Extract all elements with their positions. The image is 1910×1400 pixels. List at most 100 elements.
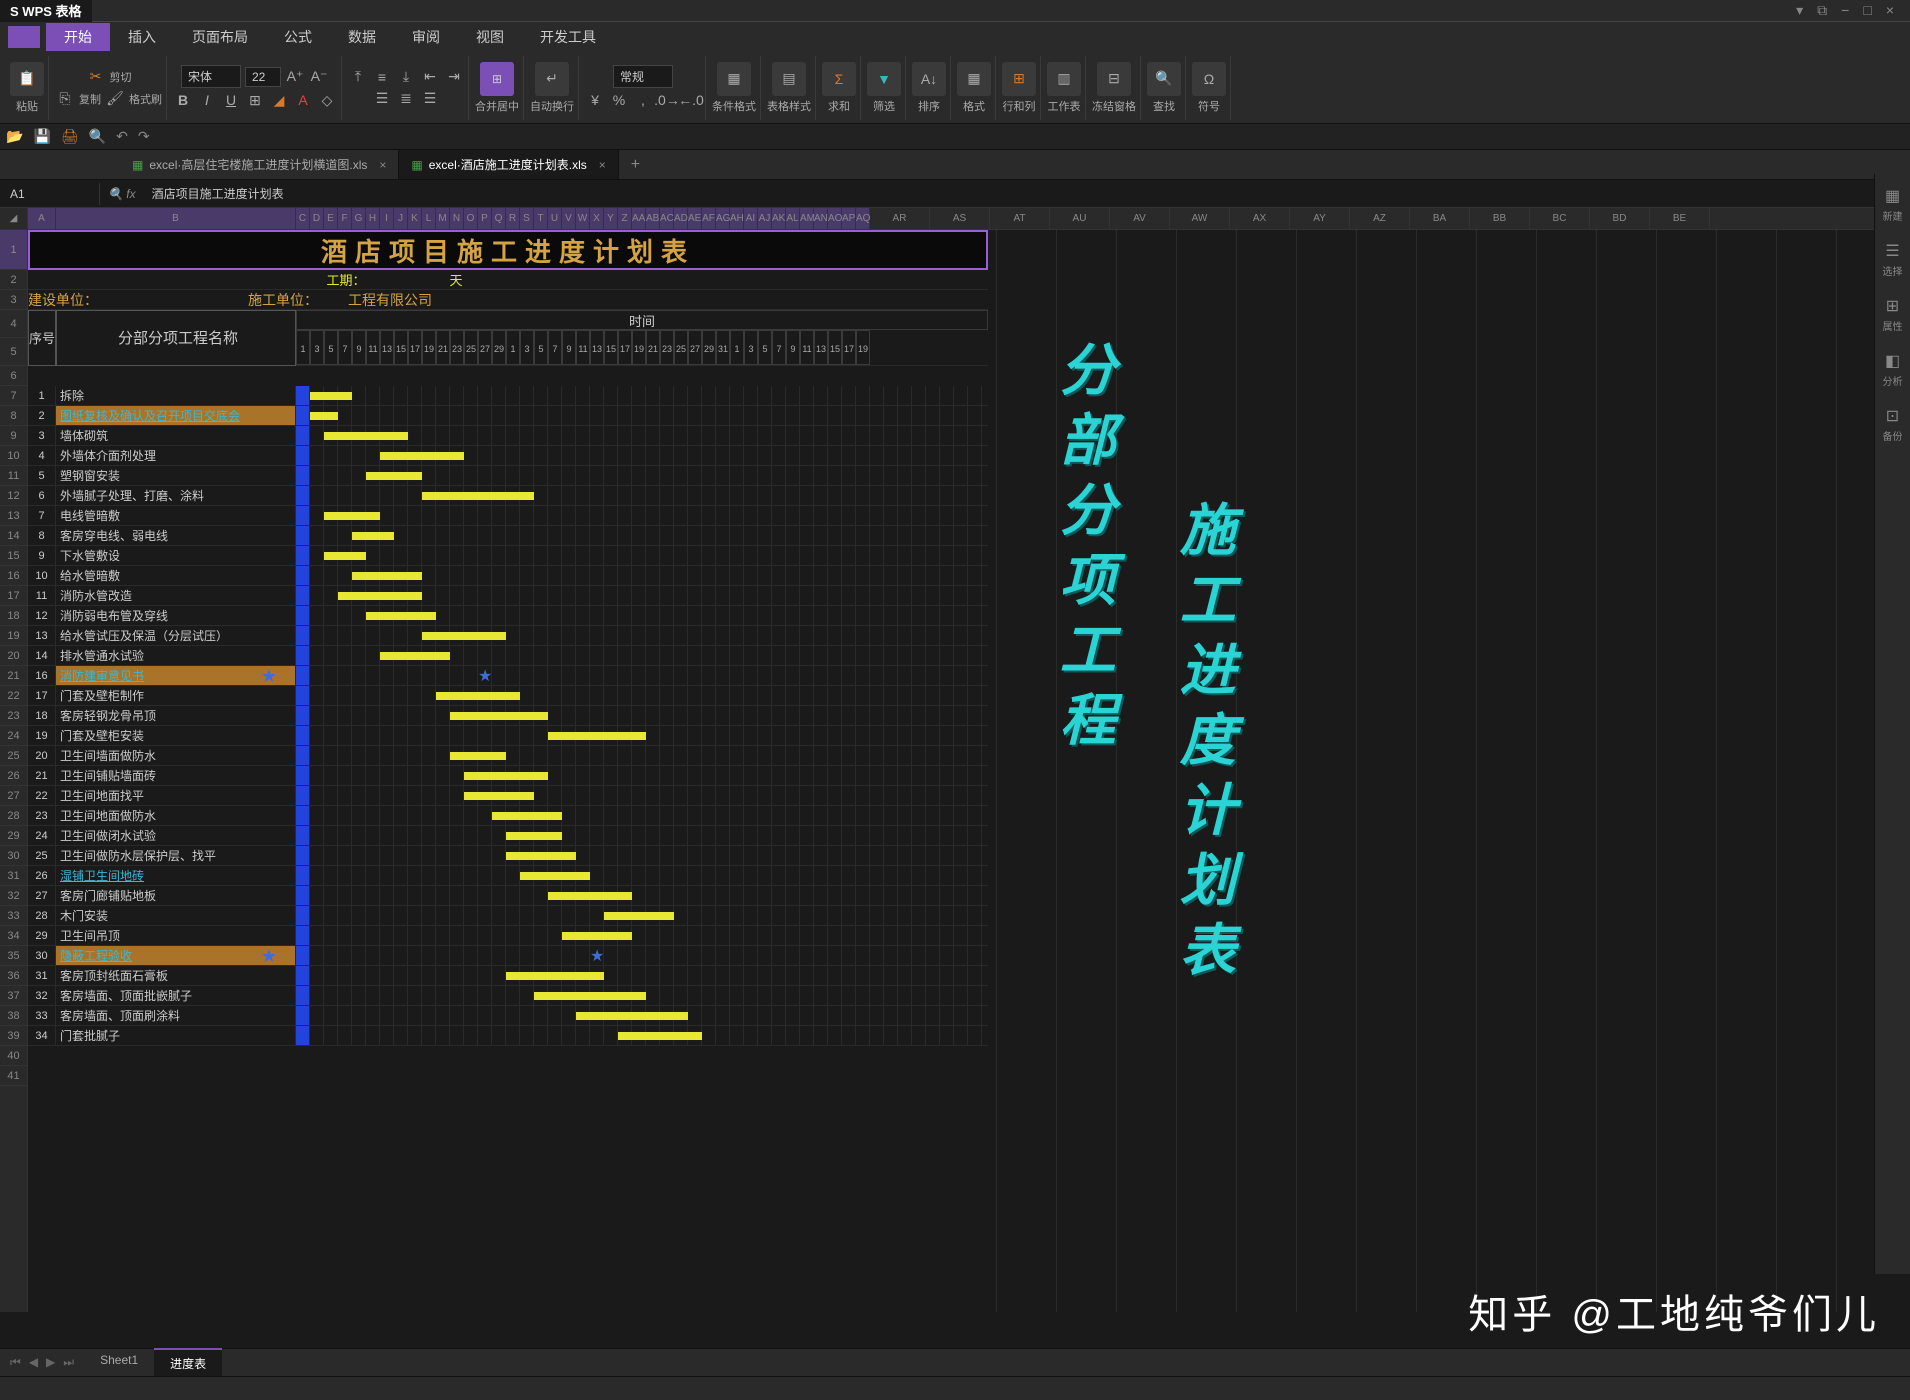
task-row[interactable]: 17门套及壁柜制作 <box>28 686 988 706</box>
row-header[interactable]: 29 <box>0 826 27 846</box>
row-header[interactable]: 7 <box>0 386 27 406</box>
currency-icon[interactable]: ¥ <box>585 90 605 110</box>
align-mid-icon[interactable]: ≡ <box>372 67 392 87</box>
name-box[interactable]: A1 <box>0 183 100 205</box>
row-header[interactable]: 12 <box>0 486 27 506</box>
doc-tab[interactable]: ▦excel·高层住宅楼施工进度计划横道图.xls× <box>120 150 399 179</box>
row-header[interactable]: 40 <box>0 1046 27 1066</box>
col-header[interactable]: J <box>394 208 408 229</box>
row-header[interactable]: 16 <box>0 566 27 586</box>
fill-color-icon[interactable]: ◢ <box>269 90 289 110</box>
task-row[interactable]: 3墙体砌筑 <box>28 426 988 446</box>
row-header[interactable]: 38 <box>0 1006 27 1026</box>
merge-icon[interactable]: ⊞ <box>480 62 514 96</box>
task-row[interactable]: 22卫生间地面找平 <box>28 786 988 806</box>
menu-视图[interactable]: 视图 <box>458 23 522 51</box>
menu-公式[interactable]: 公式 <box>266 23 330 51</box>
file-menu-icon[interactable] <box>8 26 40 48</box>
clear-format-icon[interactable]: ◇ <box>317 90 337 110</box>
comma-icon[interactable]: , <box>633 90 653 110</box>
task-row[interactable]: 21卫生间铺贴墙面砖 <box>28 766 988 786</box>
panel-属性[interactable]: ⊞属性 <box>1883 296 1903 333</box>
col-header[interactable]: G <box>352 208 366 229</box>
task-name-cell[interactable]: 木门安装 <box>56 906 296 925</box>
col-header[interactable]: C <box>296 208 310 229</box>
row-header[interactable]: 3 <box>0 290 27 310</box>
row-header[interactable]: 4 <box>0 310 27 338</box>
col-header[interactable]: AP <box>842 208 856 229</box>
task-row[interactable]: 14排水管通水试验 <box>28 646 988 666</box>
task-name-cell[interactable]: 客房穿电线、弱电线 <box>56 526 296 545</box>
row-header[interactable]: 14 <box>0 526 27 546</box>
row-header[interactable]: 26 <box>0 766 27 786</box>
col-header[interactable]: BA <box>1410 208 1470 229</box>
col-header[interactable]: I <box>380 208 394 229</box>
sheet-nav-last-icon[interactable]: ⏭ <box>63 1355 74 1370</box>
col-header[interactable]: U <box>548 208 562 229</box>
task-row[interactable]: 28木门安装 <box>28 906 988 926</box>
row-header[interactable]: 33 <box>0 906 27 926</box>
row-header[interactable]: 37 <box>0 986 27 1006</box>
task-name-cell[interactable]: 外墙腻子处理、打磨、涂料 <box>56 486 296 505</box>
bold-icon[interactable]: B <box>173 90 193 110</box>
row-header[interactable]: 34 <box>0 926 27 946</box>
task-name-cell[interactable]: 消防建审意见书★ <box>56 666 296 685</box>
row-header[interactable]: 28 <box>0 806 27 826</box>
row-header[interactable]: 27 <box>0 786 27 806</box>
col-header[interactable]: H <box>366 208 380 229</box>
col-header[interactable]: BE <box>1650 208 1710 229</box>
col-header[interactable]: Q <box>492 208 506 229</box>
col-header[interactable]: BC <box>1530 208 1590 229</box>
fx-icon[interactable]: 🔍 fx <box>100 183 144 205</box>
font-grow-icon[interactable]: A⁺ <box>285 67 305 87</box>
font-name-select[interactable]: 宋体 <box>181 65 241 88</box>
align-left-icon[interactable]: ☰ <box>372 89 392 109</box>
percent-icon[interactable]: % <box>609 90 629 110</box>
row-header[interactable]: 25 <box>0 746 27 766</box>
row-header[interactable]: 20 <box>0 646 27 666</box>
col-header[interactable]: AR <box>870 208 930 229</box>
col-header[interactable]: L <box>422 208 436 229</box>
number-format-select[interactable]: 常规 <box>613 65 673 88</box>
menu-数据[interactable]: 数据 <box>330 23 394 51</box>
font-color-icon[interactable]: A <box>293 90 313 110</box>
task-name-cell[interactable]: 卫生间铺贴墙面砖 <box>56 766 296 785</box>
task-name-cell[interactable]: 外墙体介面剂处理 <box>56 446 296 465</box>
panel-选择[interactable]: ☰选择 <box>1883 241 1903 278</box>
row-header[interactable]: 5 <box>0 338 27 366</box>
task-name-cell[interactable]: 拆除 <box>56 386 296 405</box>
task-row[interactable]: 30隐蔽工程验收★★ <box>28 946 988 966</box>
menu-页面布局[interactable]: 页面布局 <box>174 23 266 51</box>
freeze-icon[interactable]: ⊟ <box>1097 62 1131 96</box>
col-header[interactable]: A <box>28 208 56 229</box>
task-name-cell[interactable]: 卫生间做闭水试验 <box>56 826 296 845</box>
task-name-cell[interactable]: 卫生间吊顶 <box>56 926 296 945</box>
symbol-icon[interactable]: Ω <box>1192 62 1226 96</box>
task-row[interactable]: 11消防水管改造 <box>28 586 988 606</box>
col-header[interactable]: O <box>464 208 478 229</box>
task-row[interactable]: 24卫生间做闭水试验 <box>28 826 988 846</box>
col-header[interactable]: K <box>408 208 422 229</box>
task-row[interactable]: 27客房门廊铺贴地板 <box>28 886 988 906</box>
cut-icon[interactable]: ✂ <box>86 67 106 87</box>
task-name-cell[interactable]: 给水管暗敷 <box>56 566 296 585</box>
task-name-cell[interactable]: 消防水管改造 <box>56 586 296 605</box>
sort-icon[interactable]: A↓ <box>912 62 946 96</box>
task-row[interactable]: 2图纸复核及确认及召开项目交底会 <box>28 406 988 426</box>
col-header[interactable]: AQ <box>856 208 870 229</box>
row-header[interactable]: 23 <box>0 706 27 726</box>
col-header[interactable]: AH <box>730 208 744 229</box>
align-top-icon[interactable]: ⤒ <box>348 67 368 87</box>
row-header[interactable]: 19 <box>0 626 27 646</box>
col-header[interactable]: AY <box>1290 208 1350 229</box>
task-row[interactable]: 34门套批腻子 <box>28 1026 988 1046</box>
row-header[interactable]: 15 <box>0 546 27 566</box>
col-header[interactable]: F <box>338 208 352 229</box>
col-header[interactable]: AZ <box>1350 208 1410 229</box>
col-header[interactable]: AW <box>1170 208 1230 229</box>
col-header[interactable]: Z <box>618 208 632 229</box>
task-row[interactable]: 1拆除 <box>28 386 988 406</box>
task-row[interactable]: 33客房墙面、顶面刷涂料 <box>28 1006 988 1026</box>
task-row[interactable]: 6外墙腻子处理、打磨、涂料 <box>28 486 988 506</box>
col-header[interactable]: AK <box>772 208 786 229</box>
